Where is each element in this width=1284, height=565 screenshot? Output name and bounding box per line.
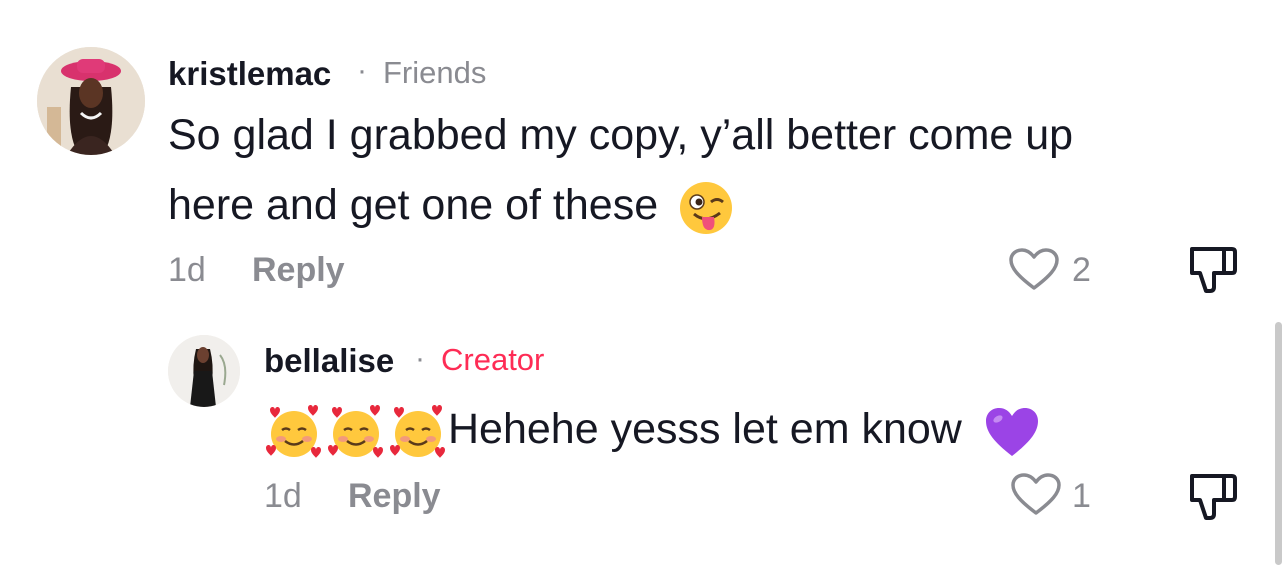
comment-text-body: Hehehe yesss let em know bbox=[448, 405, 962, 453]
dislike-button[interactable] bbox=[1188, 470, 1238, 520]
purple-heart-emoji bbox=[984, 406, 1040, 458]
like-button[interactable] bbox=[1008, 248, 1060, 292]
comment-text: So glad I grabbed my copy, y’all better … bbox=[168, 100, 1228, 240]
separator-dot: · bbox=[415, 342, 425, 375]
smiling-face-with-hearts-emoji bbox=[326, 402, 386, 462]
comment-time: 1d bbox=[168, 251, 206, 289]
reply-button[interactable]: Reply bbox=[348, 477, 441, 516]
creator-tag: Creator bbox=[441, 342, 545, 377]
comment-text: Hehehe yesss let em know bbox=[264, 394, 1040, 464]
heart-icon bbox=[1009, 248, 1059, 290]
smiling-face-with-hearts-emoji bbox=[388, 402, 448, 462]
avatar[interactable] bbox=[37, 47, 145, 155]
smiling-face-with-hearts-emoji bbox=[264, 402, 324, 462]
like-count: 2 bbox=[1072, 251, 1091, 289]
avatar[interactable] bbox=[168, 335, 240, 407]
dislike-button[interactable] bbox=[1188, 243, 1238, 293]
scrollbar[interactable] bbox=[1275, 322, 1282, 565]
comment-text-line-2: here and get one of these bbox=[168, 170, 1228, 240]
thumbs-down-icon bbox=[1190, 247, 1237, 293]
thumbs-down-icon bbox=[1190, 474, 1237, 520]
winking-tongue-emoji bbox=[678, 180, 734, 236]
username[interactable]: bellalise bbox=[264, 342, 394, 380]
like-button[interactable] bbox=[1010, 473, 1062, 517]
heart-icon bbox=[1011, 473, 1061, 515]
reply-button[interactable]: Reply bbox=[252, 251, 345, 290]
comment-time: 1d bbox=[264, 477, 302, 515]
like-count: 1 bbox=[1072, 477, 1091, 515]
separator-dot: · bbox=[357, 54, 367, 87]
comment-text-line-2-text: here and get one of these bbox=[168, 181, 659, 229]
comment-text-line-1: So glad I grabbed my copy, y’all better … bbox=[168, 111, 1074, 159]
username[interactable]: kristlemac bbox=[168, 55, 331, 93]
friends-tag: Friends bbox=[383, 55, 487, 90]
